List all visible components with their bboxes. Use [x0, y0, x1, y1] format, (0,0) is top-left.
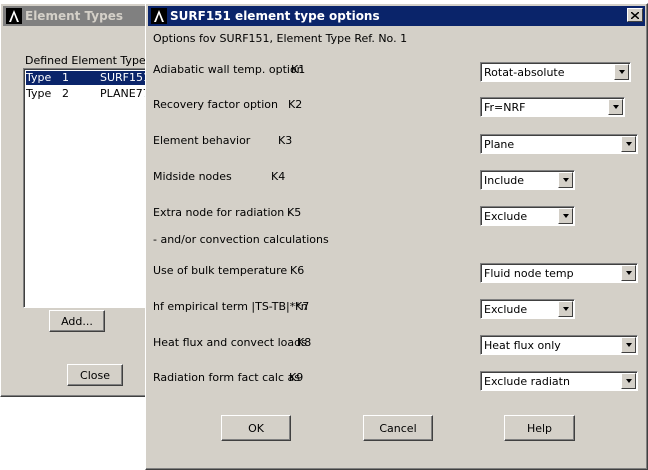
close-button[interactable]: Close	[67, 364, 123, 386]
option-k5-key: K5	[287, 206, 302, 219]
option-k5-continuation: - and/or convection calculations	[153, 233, 329, 246]
option-k5-value: Exclude	[484, 210, 528, 223]
option-k5-select[interactable]: Exclude	[480, 206, 575, 226]
option-k9-key: K9	[289, 371, 304, 384]
dropdown-arrow-icon[interactable]	[608, 99, 623, 115]
option-k6-select[interactable]: Fluid node temp	[480, 263, 638, 283]
option-k9-value: Exclude radiatn	[484, 375, 570, 388]
option-k1-label: Adiabatic wall temp. option	[153, 63, 304, 76]
row-element-name: PLANE77	[100, 87, 150, 100]
option-k7-select[interactable]: Exclude	[480, 299, 575, 319]
dropdown-arrow-icon[interactable]	[621, 373, 636, 389]
option-k4-key: K4	[271, 170, 286, 183]
option-k4-label: Midside nodes	[153, 170, 232, 183]
option-k7-key: K7	[295, 300, 310, 313]
option-k1-key: K1	[291, 63, 306, 76]
option-k6-label: Use of bulk temperature	[153, 264, 288, 277]
option-k8-select[interactable]: Heat flux only	[480, 335, 638, 355]
dialog-subtitle: Options fov SURF151, Element Type Ref. N…	[153, 32, 408, 45]
list-item-type-1[interactable]: Type 1 SURF151	[26, 71, 160, 85]
row-type-label: Type	[26, 71, 52, 84]
option-k8-value: Heat flux only	[484, 339, 561, 352]
option-k3-value: Plane	[484, 138, 515, 151]
ok-button[interactable]: OK	[221, 415, 291, 441]
dropdown-arrow-icon[interactable]	[558, 301, 573, 317]
dialog-titlebar[interactable]: SURF151 element type options	[148, 6, 645, 26]
option-k2-select[interactable]: Fr=NRF	[480, 97, 625, 117]
element-types-window: Element Types Defined Element Types: Typ…	[0, 3, 163, 397]
dropdown-arrow-icon[interactable]	[558, 208, 573, 224]
option-k4-select[interactable]: Include	[480, 170, 575, 190]
option-k1-value: Rotat-absolute	[484, 66, 565, 79]
option-k3-key: K3	[278, 134, 293, 147]
ansys-logo-icon	[6, 8, 22, 24]
option-k8-label: Heat flux and convect loads	[153, 336, 307, 349]
option-k3-label: Element behavior	[153, 134, 251, 147]
row-type-number: 2	[62, 87, 69, 100]
row-element-name: SURF151	[100, 71, 150, 84]
option-k2-label: Recovery factor option	[153, 98, 279, 111]
dialog-title: SURF151 element type options	[170, 9, 380, 23]
element-types-title: Element Types	[25, 9, 124, 23]
option-k6-value: Fluid node temp	[484, 267, 574, 280]
dropdown-arrow-icon[interactable]	[614, 64, 629, 80]
ansys-logo-icon	[151, 8, 167, 24]
option-k2-key: K2	[288, 98, 303, 111]
row-type-number: 1	[62, 71, 69, 84]
option-k5-label: Extra node for radiation -	[153, 206, 292, 219]
dropdown-arrow-icon[interactable]	[558, 172, 573, 188]
defined-element-types-label: Defined Element Types:	[25, 54, 156, 67]
add-button[interactable]: Add...	[49, 310, 105, 332]
dropdown-arrow-icon[interactable]	[621, 265, 636, 281]
option-k9-select[interactable]: Exclude radiatn	[480, 371, 638, 391]
option-k7-label: hf empirical term |TS-TB|**n	[153, 300, 308, 313]
close-icon[interactable]	[627, 8, 643, 22]
option-k1-select[interactable]: Rotat-absolute	[480, 62, 631, 82]
option-k4-value: Include	[484, 174, 525, 187]
element-types-titlebar[interactable]: Element Types	[3, 6, 157, 26]
option-k2-value: Fr=NRF	[484, 101, 526, 114]
option-k9-label: Radiation form fact calc as	[153, 371, 300, 384]
option-k7-value: Exclude	[484, 303, 528, 316]
help-button[interactable]: Help	[504, 415, 575, 441]
option-k3-select[interactable]: Plane	[480, 134, 638, 154]
element-types-list[interactable]: Type 1 SURF151 Type 2 PLANE77	[23, 68, 163, 308]
element-options-dialog: SURF151 element type options Options fov…	[145, 3, 648, 470]
cancel-button[interactable]: Cancel	[363, 415, 433, 441]
dropdown-arrow-icon[interactable]	[621, 136, 636, 152]
option-k6-key: K6	[290, 264, 305, 277]
list-item-type-2[interactable]: Type 2 PLANE77	[26, 87, 160, 101]
row-type-label: Type	[26, 87, 52, 100]
dropdown-arrow-icon[interactable]	[621, 337, 636, 353]
option-k8-key: K8	[297, 336, 312, 349]
